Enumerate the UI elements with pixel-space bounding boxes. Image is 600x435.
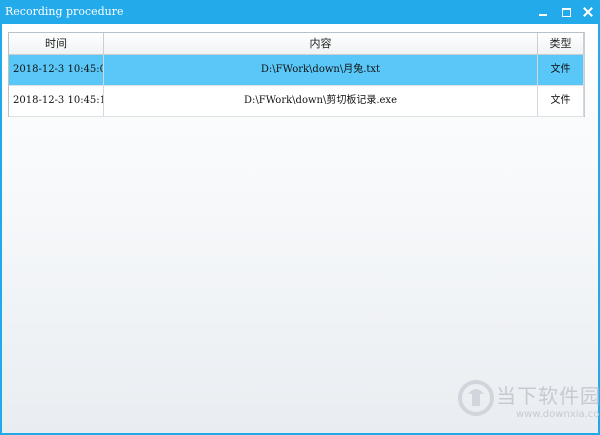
table-header: 时间 内容 类型 (9, 33, 584, 55)
cell-time: 2018-12-3 10:45:03 (9, 55, 104, 85)
table-right-border (584, 33, 585, 116)
cell-type: 文件 (538, 86, 584, 116)
cell-content: D:\FWork\down\月兔.txt (104, 55, 538, 85)
downxia-logo-icon (458, 380, 494, 416)
maximize-button[interactable] (555, 2, 577, 22)
column-header-time[interactable]: 时间 (9, 33, 104, 54)
minimize-icon (539, 14, 547, 16)
watermark-url: www.downxia.com (516, 409, 600, 420)
cell-type: 文件 (538, 55, 584, 85)
minimize-button[interactable] (532, 2, 554, 22)
window-title: Recording procedure (5, 5, 124, 18)
records-table[interactable]: 时间 内容 类型 2018-12-3 10:45:03 D:\FWork\dow… (8, 32, 585, 117)
app-window: Recording procedure 时间 内容 类型 2018-12-3 1… (0, 0, 600, 435)
close-icon (583, 7, 593, 17)
table-row[interactable]: 2018-12-3 10:45:11 D:\FWork\down\剪切板记录.e… (9, 86, 584, 117)
watermark-name: 当下软件园 (496, 384, 600, 408)
watermark: 当下软件园 www.downxia.com (458, 378, 600, 428)
cell-time: 2018-12-3 10:45:11 (9, 86, 104, 116)
column-header-type[interactable]: 类型 (538, 33, 584, 54)
close-button[interactable] (577, 2, 599, 22)
client-area: 时间 内容 类型 2018-12-3 10:45:03 D:\FWork\dow… (2, 24, 600, 433)
title-bar[interactable]: Recording procedure (0, 0, 600, 24)
maximize-icon (561, 7, 571, 17)
table-row[interactable]: 2018-12-3 10:45:03 D:\FWork\down\月兔.txt … (9, 55, 584, 86)
cell-content: D:\FWork\down\剪切板记录.exe (104, 86, 538, 116)
column-header-content[interactable]: 内容 (104, 33, 538, 54)
